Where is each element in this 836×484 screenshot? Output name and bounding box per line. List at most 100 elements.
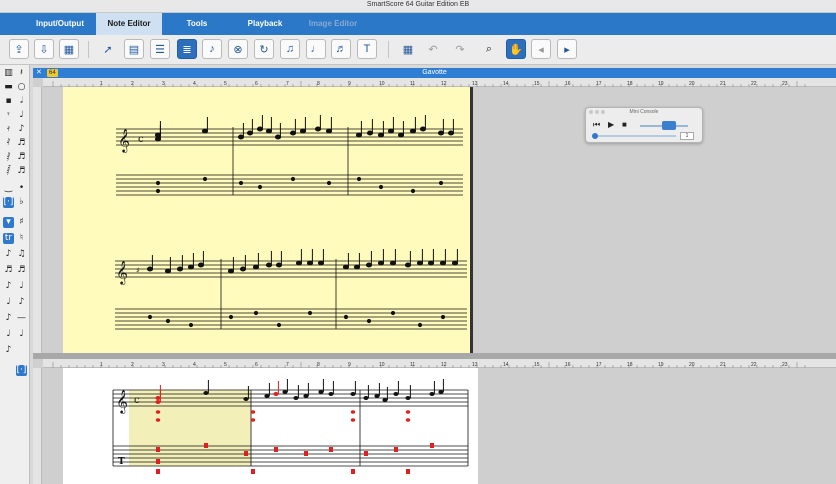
palette-slur-icon[interactable]: ♪ [3,313,14,324]
stop-icon[interactable]: ■ [622,120,627,130]
palette-dot-icon[interactable]: • [16,183,27,194]
import-icon[interactable]: ⇪ [9,39,29,59]
palette-64th-note-icon[interactable]: ♬ [16,166,27,177]
note-icon[interactable]: ♩ [306,39,326,59]
scanned-note-head [419,126,427,132]
top-ruler-ticks: 1 2 3 4 5 6 7 8 9 10 11 12 13 14 15 16 17 18 19 20 21 22 23 [52,81,806,87]
prev-page-icon[interactable]: ◂ [531,39,551,59]
palette-whole-rest-icon[interactable]: ▬ [3,82,14,93]
scanned-note-head [256,126,264,132]
palette-fermata-icon[interactable]: ♪ [3,281,14,292]
palette-mordent-icon[interactable]: ♪ [3,345,14,356]
palette-voice-icon[interactable]: ▾ [3,217,14,228]
palette-tenuto-icon[interactable]: — [16,313,27,324]
scanned-note-head [265,262,273,268]
mixer-icon[interactable]: ☰ [150,39,170,59]
edit-note-head [273,392,279,396]
palette-tie-icon[interactable]: ‿ [3,183,14,194]
edit-note-head [405,396,411,400]
zoom-icon[interactable]: ⌕ [479,39,499,59]
palette-stem-up-icon[interactable]: ♩ [3,297,14,308]
edit-tab-fret [329,447,333,452]
palette-sharp-icon[interactable]: ♯ [16,217,27,228]
palette-stem-down-icon[interactable]: ♪ [16,297,27,308]
tab-tools[interactable]: Tools [166,13,228,35]
palette-marcato-icon[interactable]: ♩ [16,329,27,340]
svg-text:𝄞: 𝄞 [116,260,128,285]
palette-flat-icon[interactable]: ♭ [16,197,27,208]
scanned-note-head [164,268,172,274]
pointer-icon[interactable]: ➚ [98,39,118,59]
repeat-icon[interactable]: ♫ [280,39,300,59]
tab-image-editor[interactable]: Image Editor [302,13,364,35]
tab-note-editor[interactable]: Note Editor [96,13,162,35]
scanned-tab-mark [290,176,296,182]
rewind-icon[interactable]: ⏮ [593,120,600,130]
page-view-icon[interactable]: ▦ [59,39,79,59]
edit-bass-note [405,410,411,414]
hand-tool-icon[interactable]: ✋ [506,39,526,59]
position-slider-handle[interactable] [592,133,598,139]
undo-icon[interactable]: ↶ [423,39,443,59]
calculator-icon[interactable]: ▦ [398,39,418,59]
palette-beam-icon[interactable]: ♬ [16,265,27,276]
palette-32nd-rest-icon[interactable]: 𝅁 [3,152,14,163]
layout-icon[interactable]: ≣ [177,39,197,59]
palette-half-rest-icon[interactable]: ▪ [3,96,14,107]
scanned-tab-mark [228,314,234,320]
scanned-tab-mark [165,318,171,324]
measure-field[interactable]: 1 [680,132,694,140]
position-slider-track[interactable] [594,135,676,137]
scanned-tab-mark [155,180,161,186]
palette-bracket-icon[interactable]: [·] [3,197,14,208]
voice-icon[interactable]: ♪ [202,39,222,59]
palette-sixteenth-note-icon[interactable]: ♬ [16,138,27,149]
scanned-note-head [439,260,447,266]
palette-grid-icon[interactable]: ▥ [3,68,14,79]
palette-32nd-note-icon[interactable]: ♬ [16,152,27,163]
palette-eighth-rest-icon[interactable]: 𝄿 [3,124,14,135]
text-icon[interactable]: T [357,39,377,59]
palette-selection-icon[interactable]: [·] [16,365,27,376]
scanned-note-head [366,130,374,136]
play-icon[interactable]: ▶ [608,120,614,130]
palette-chord-icon[interactable]: ♫ [16,249,27,260]
palette-accent-icon[interactable]: ♩ [16,281,27,292]
palette-rest-icon[interactable]: 𝄽 [16,68,27,79]
split-icon[interactable]: ♬ [331,39,351,59]
reverse-play-icon[interactable]: ↻ [254,39,274,59]
tab-input-output[interactable]: Input/Output [24,13,96,35]
edit-tab-fret [244,451,248,456]
redo-icon[interactable]: ↷ [450,39,470,59]
palette-triplet-icon[interactable]: ♬ [3,265,14,276]
palette-eighth-note-icon[interactable]: ♪ [16,124,27,135]
palette-grace-icon[interactable]: ♪ [3,249,14,260]
svg-text:T: T [118,457,125,467]
tab-playback[interactable]: Playback [234,13,296,35]
palette-half-note-icon[interactable]: 𝅗𝅥 [16,96,27,107]
palette-64th-rest-icon[interactable]: 𝅂 [3,166,14,177]
palette-quarter-rest-icon[interactable]: 𝄾 [3,110,14,121]
mini-console[interactable]: Mini Console ⏮ ▶ ■ 1 [585,107,703,143]
notation-edit-pane[interactable]: 𝄞 c T [43,368,836,484]
palette-staccato-icon[interactable]: ♩ [3,329,14,340]
scanned-note-head [387,128,395,134]
palette-sixteenth-rest-icon[interactable]: 𝅀 [3,138,14,149]
scanned-note-head [397,132,405,138]
scanned-image-pane[interactable]: 𝄞 c 𝄞 ♯ [43,87,836,353]
next-page-icon[interactable]: ▸ [557,39,577,59]
edit-tab-fret [156,447,160,452]
app-window: SmartScore 64 Guitar Edition EB Input/Ou… [0,0,836,484]
page-insert-icon[interactable]: ▤ [124,39,144,59]
left-ruler-bottom [33,368,42,484]
palette-whole-note-icon[interactable]: ○ [16,82,27,93]
scanned-tab-mark [276,322,282,328]
palette-natural-icon[interactable]: ♮ [16,233,27,244]
tempo-slider-handle[interactable] [662,121,676,130]
edit-note-head [203,391,209,395]
export-icon[interactable]: ⇩ [34,39,54,59]
palette-trill-icon[interactable]: tr [3,233,14,244]
bottom-ruler-ticks: 1 2 3 4 5 6 7 8 9 10 11 12 13 14 15 16 17 18 19 20 21 22 23 [52,362,806,368]
palette-quarter-note-icon[interactable]: ♩ [16,110,27,121]
delete-note-icon[interactable]: ⊗ [228,39,248,59]
